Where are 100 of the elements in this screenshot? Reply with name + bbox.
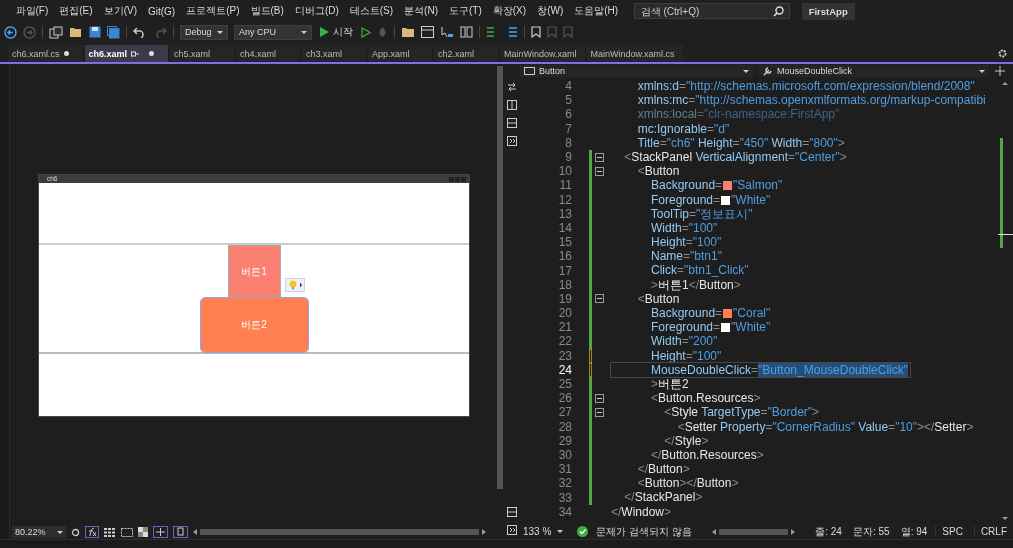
configuration-dropdown[interactable]: Debug xyxy=(180,24,228,40)
menu-item[interactable]: 파일(F) xyxy=(10,4,54,18)
platform-dropdown[interactable]: Any CPU xyxy=(234,24,312,40)
code-line: Name="btn1" xyxy=(650,249,722,264)
save-icon[interactable] xyxy=(89,26,101,38)
save-all-icon[interactable] xyxy=(107,25,120,39)
horizontal-scrollbar[interactable] xyxy=(193,527,486,537)
layout-icon[interactable] xyxy=(460,26,473,38)
char-status: 문자: 55 xyxy=(851,524,891,539)
issues-status[interactable]: 문제가 검색되지 않음 xyxy=(593,524,695,539)
line-number: 26 xyxy=(557,391,572,406)
collapse-pane-icon[interactable] xyxy=(507,136,517,146)
expand-pane-icon[interactable] xyxy=(507,525,517,535)
code-line: Height="100" xyxy=(650,235,722,250)
zoom-dropdown[interactable]: 80.22% xyxy=(12,526,66,538)
code-line: Height="100" xyxy=(650,348,722,363)
solution-name: FirstApp xyxy=(801,2,855,20)
line-number: 14 xyxy=(557,220,572,235)
line-number: 6 xyxy=(564,107,572,122)
collapse-icon[interactable] xyxy=(595,166,604,176)
new-project-icon[interactable] xyxy=(49,25,63,39)
code-line: </Window> xyxy=(611,504,672,519)
collapse-icon[interactable] xyxy=(595,152,604,162)
line-number: 15 xyxy=(557,235,572,250)
vertical-split-icon[interactable] xyxy=(507,100,517,110)
line-number: 9 xyxy=(564,150,572,165)
open-folder-icon[interactable] xyxy=(69,26,83,38)
back-icon[interactable] xyxy=(4,25,17,39)
undo-icon[interactable] xyxy=(133,26,147,38)
menu-item[interactable]: 도구(T) xyxy=(443,4,488,18)
line-number: 29 xyxy=(557,433,572,448)
menu-item[interactable]: 창(W) xyxy=(531,4,569,18)
menu-item[interactable]: 디버그(D) xyxy=(289,4,345,18)
menu-item[interactable]: 도움말(H) xyxy=(568,4,624,18)
menu-item[interactable]: 편집(E) xyxy=(53,4,99,18)
start-button[interactable]: 시작 xyxy=(318,25,355,39)
code-line: <Style TargetType="Border"> xyxy=(663,405,820,420)
zoom-dropdown[interactable]: 133 % xyxy=(520,526,566,537)
element-dropdown[interactable]: Button xyxy=(520,65,753,77)
pin-icon[interactable] xyxy=(131,50,140,57)
code-line: </StackPanel> xyxy=(623,490,703,505)
document-tab[interactable]: ch5.xaml xyxy=(170,45,235,62)
member-dropdown[interactable]: MouseDoubleClick xyxy=(759,65,989,77)
collapse-icon[interactable] xyxy=(595,407,604,417)
document-tab[interactable]: ch3.xaml xyxy=(302,45,367,62)
code-line: Width="200" xyxy=(650,334,718,349)
line-number: 20 xyxy=(557,306,572,321)
document-tab[interactable]: MainWindow.xaml xyxy=(500,45,585,62)
effects-icon[interactable] xyxy=(85,526,99,538)
line-number: 33 xyxy=(557,490,572,505)
line-number: 17 xyxy=(557,263,572,278)
code-line: xmlns:d="http://schemas.microsoft.com/expression/blend/2008" xyxy=(636,79,975,94)
document-tab[interactable]: ch4.xaml xyxy=(236,45,301,62)
menu-item[interactable]: 확장(X) xyxy=(487,4,532,18)
grid-icon[interactable] xyxy=(104,527,116,537)
horizontal-scrollbar[interactable] xyxy=(711,526,796,537)
collapse-icon[interactable] xyxy=(595,294,604,304)
code-line: Title="ch6" Height="450" Width="800"> xyxy=(636,135,845,150)
play-outline-icon[interactable] xyxy=(361,26,371,38)
document-tab[interactable]: ch6.xaml.cs xyxy=(8,45,83,62)
code-line: mc:Ignorable="d" xyxy=(636,121,730,136)
document-tab[interactable]: App.xaml xyxy=(368,45,433,62)
line-number: 12 xyxy=(557,192,572,207)
folder-icon[interactable] xyxy=(401,26,415,38)
document-tab[interactable]: ch2.xaml xyxy=(434,45,499,62)
horizontal-split-icon[interactable] xyxy=(507,118,517,128)
line-number: 25 xyxy=(557,377,572,392)
window-icon[interactable] xyxy=(421,26,434,38)
grid-icon[interactable] xyxy=(121,527,133,537)
menu-item[interactable]: Git(G) xyxy=(142,5,181,17)
document-tab[interactable]: ch6.xaml xyxy=(84,45,169,62)
document-tab[interactable]: MainWindow.xaml.cs xyxy=(586,45,683,62)
menu-item[interactable]: 분석(N) xyxy=(398,4,444,18)
line-ending-status[interactable]: CRLF xyxy=(973,526,1013,537)
search-field[interactable]: 검색 (Ctrl+Q) xyxy=(633,3,790,19)
collapse-icon[interactable] xyxy=(595,393,604,403)
code-line: Foreground= "White" xyxy=(650,192,771,207)
menu-item[interactable]: 빌드(B) xyxy=(245,4,290,18)
code-line: <Button.Resources> xyxy=(650,391,761,406)
menu-item[interactable]: 보기(V) xyxy=(98,4,143,18)
line-number: 5 xyxy=(564,93,572,108)
checker-icon[interactable] xyxy=(138,527,148,537)
element-icon xyxy=(524,67,535,75)
split-pane-icon[interactable] xyxy=(507,507,517,517)
swap-panes-icon[interactable] xyxy=(507,82,517,92)
menu-item[interactable]: 프로젝트(P) xyxy=(180,4,246,18)
line-number: 8 xyxy=(564,135,572,150)
modified-dot-icon xyxy=(149,51,155,56)
line-number: 16 xyxy=(557,249,572,264)
split-icon[interactable] xyxy=(995,66,1005,76)
line-number: 28 xyxy=(557,419,572,434)
code-line: xmlns:local="clr-namespace:FirstApp" xyxy=(636,107,840,122)
whitespace-status[interactable]: SPC xyxy=(935,526,969,537)
snap-icon[interactable] xyxy=(153,526,168,538)
settings-icon[interactable] xyxy=(998,49,1007,58)
menu-item[interactable]: 테스트(S) xyxy=(344,4,399,18)
document-icon[interactable] xyxy=(173,526,188,538)
lightbulb-icon[interactable] xyxy=(285,278,305,292)
line-number: 23 xyxy=(557,348,572,363)
search-icon xyxy=(772,5,784,17)
